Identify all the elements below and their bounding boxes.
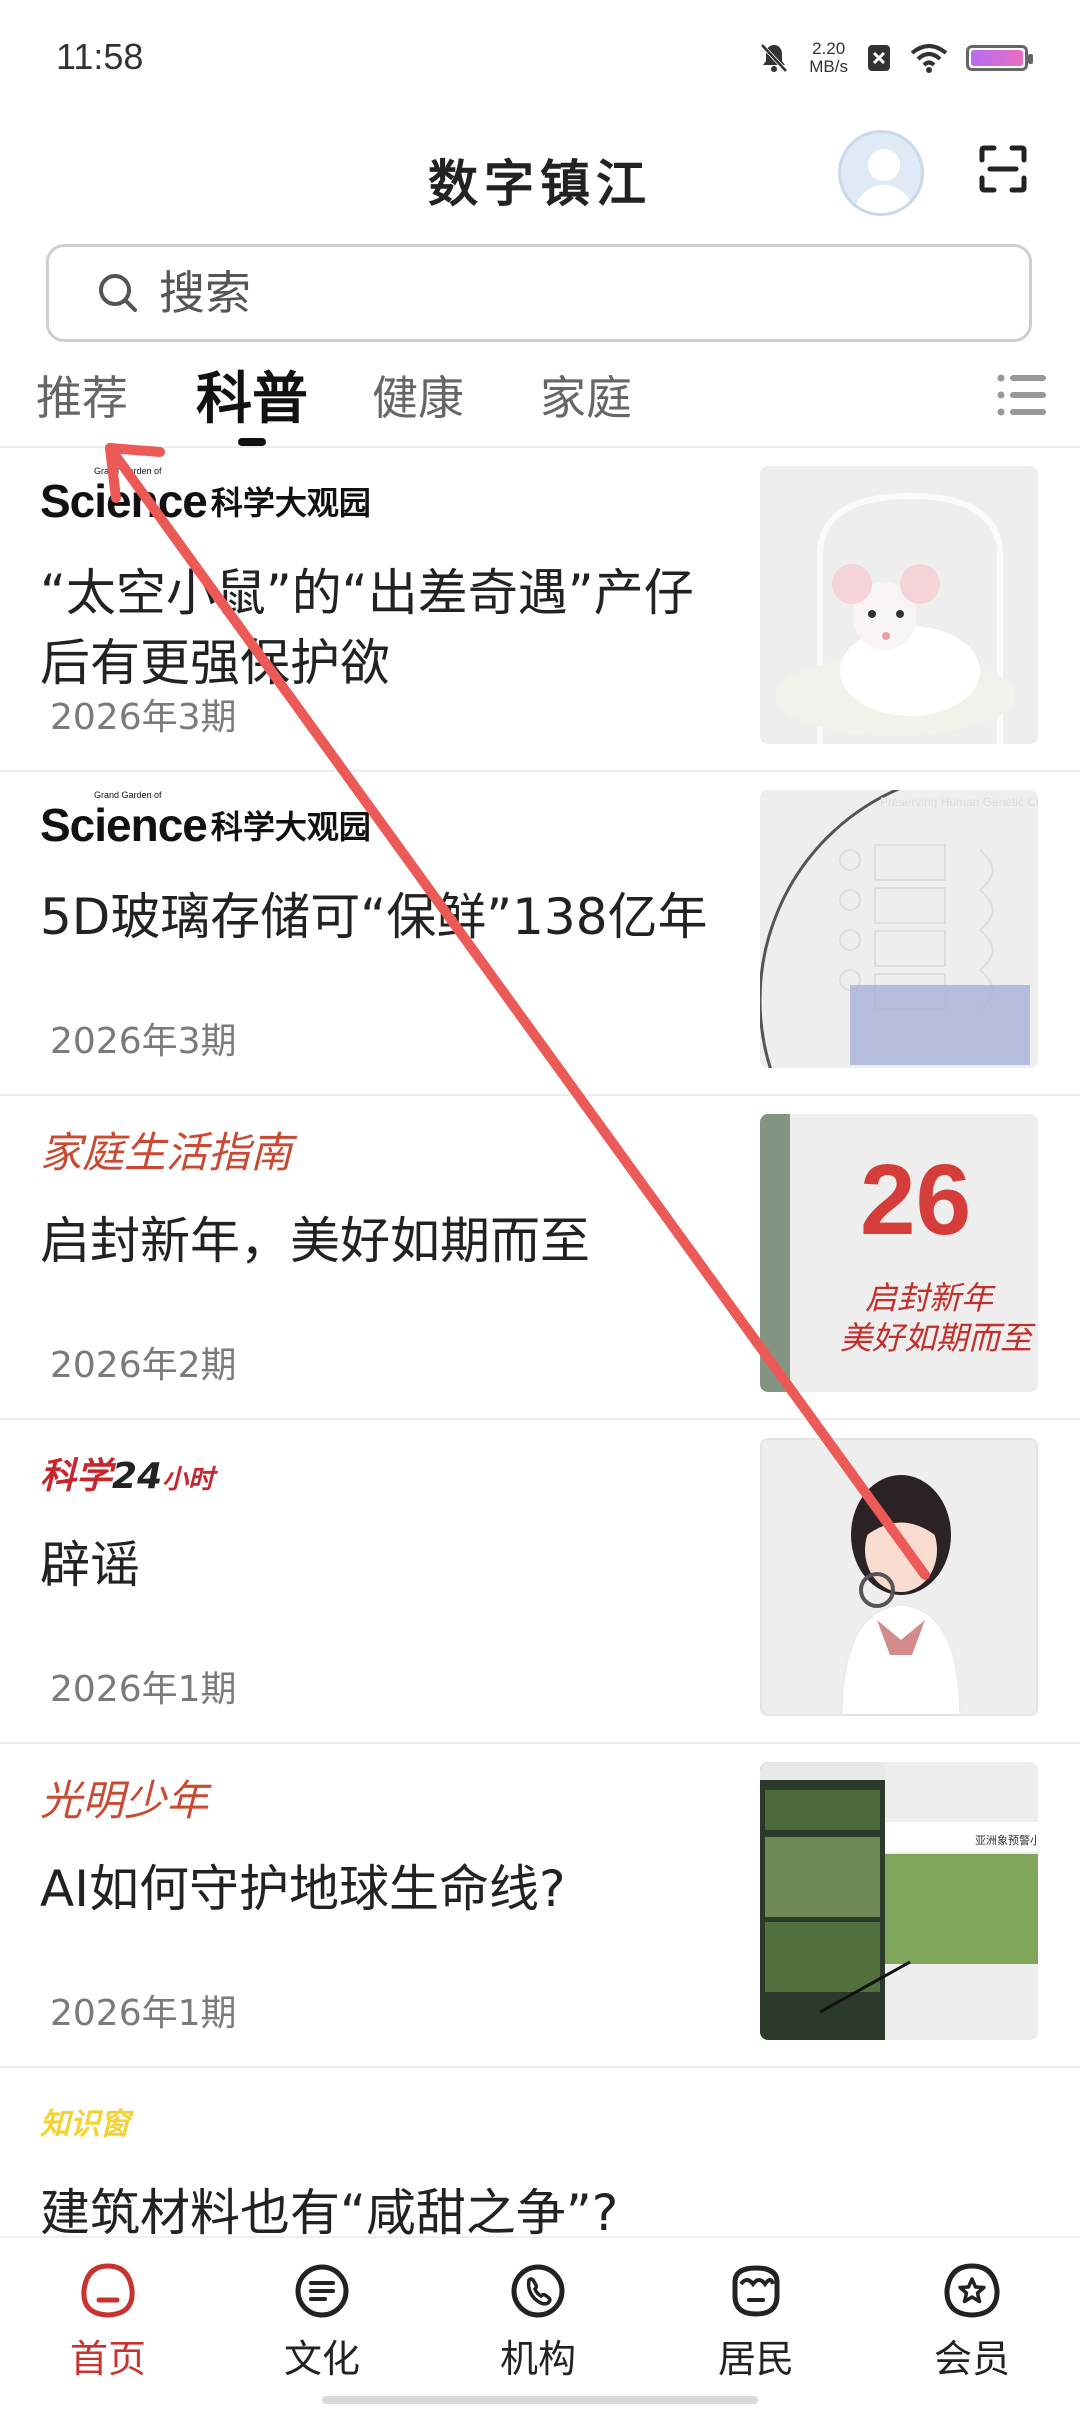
status-bar: 11:58 2.20 MB/s bbox=[0, 0, 1080, 120]
search-bar[interactable] bbox=[46, 244, 1032, 342]
thumb-year-text: 26 bbox=[860, 1144, 971, 1256]
source-science-cn: 科学大观园 bbox=[210, 484, 371, 522]
source-science-word: Grand Garden of Science bbox=[40, 466, 208, 528]
resident-icon bbox=[732, 2265, 780, 2317]
active-tab-indicator bbox=[238, 438, 266, 446]
nav-culture[interactable]: 文化 bbox=[252, 2260, 392, 2383]
thumb-caption: 亚洲象预警小程 bbox=[975, 1833, 1038, 1847]
article-title: AI如何守护地球生命线? bbox=[40, 1860, 566, 1918]
search-icon bbox=[99, 274, 137, 312]
magazine-source: Grand Garden of Science 科学大观园 bbox=[40, 466, 371, 532]
article-title: 辟谣 bbox=[40, 1536, 140, 1594]
girl-thumbnail bbox=[760, 1438, 1038, 1716]
article-title: “太空小鼠”的“出差奇遇”产仔后有更强保护欲 bbox=[40, 564, 694, 692]
article-title: 5D玻璃存储可“保鲜”138亿年 bbox=[40, 888, 708, 946]
article-issue: 2026年1期 bbox=[50, 1669, 237, 1710]
nav-home[interactable]: 首页 bbox=[38, 2260, 178, 2383]
net-speed-value: 2.20 bbox=[812, 39, 846, 58]
magazine-source: 知识窗 bbox=[40, 2090, 130, 2152]
mouse-thumbnail bbox=[760, 466, 1038, 744]
bottom-navigation: 首页 文化 机构 居民 会员 bbox=[0, 2236, 1080, 2410]
mute-bell-icon bbox=[760, 43, 788, 73]
article-card[interactable]: Grand Garden of Science 科学大观园 5D玻璃存储可“保鲜… bbox=[0, 772, 1080, 1096]
sim-blocked-icon bbox=[868, 45, 890, 71]
net-speed: 2.20 MB/s bbox=[809, 40, 848, 76]
source-science-sub: Grand Garden of bbox=[94, 466, 162, 476]
magazine-source: 光明少年 bbox=[40, 1766, 208, 1828]
magazine-source: Grand Garden of Science 科学大观园 bbox=[40, 790, 371, 856]
thumb-caption: Preserving Human Genetic Code Who Wants … bbox=[880, 795, 1038, 809]
source-science-cn: 科学大观园 bbox=[210, 808, 371, 846]
scan-icon[interactable] bbox=[978, 144, 1028, 194]
magazine-source: 家庭生活指南 bbox=[40, 1118, 292, 1180]
glass-disc-thumbnail: Preserving Human Genetic Code Who Wants … bbox=[760, 790, 1038, 1068]
app-header: 数字镇江 bbox=[0, 120, 1080, 230]
thumb-caption-line1: 启封新年 bbox=[865, 1279, 996, 1317]
article-card[interactable]: Grand Garden of Science 科学大观园 “太空小鼠”的“出差… bbox=[0, 448, 1080, 772]
source-science-word: Grand Garden of Science bbox=[40, 790, 208, 852]
wifi-icon bbox=[910, 44, 948, 73]
avatar[interactable] bbox=[838, 130, 924, 216]
nav-resident-label: 居民 bbox=[717, 2337, 794, 2381]
status-time: 11:58 bbox=[56, 36, 144, 77]
thumb-caption-line2: 美好如期而至 bbox=[840, 1319, 1036, 1357]
article-issue: 2026年3期 bbox=[50, 1021, 237, 1062]
status-icons: 2.20 MB/s bbox=[757, 40, 1033, 76]
phone-icon bbox=[511, 2264, 565, 2318]
forest-thumbnail: 亚洲象预警小程 bbox=[760, 1762, 1038, 2040]
nav-member[interactable]: 会员 bbox=[902, 2260, 1042, 2383]
nav-home-label: 首页 bbox=[69, 2337, 146, 2381]
category-tabs: 推荐 科普 健康 家庭 bbox=[0, 350, 1080, 448]
tab-family[interactable]: 家庭 bbox=[540, 362, 632, 428]
source-knowledge-window: 知识窗 bbox=[40, 2107, 130, 2142]
tab-health[interactable]: 健康 bbox=[372, 362, 464, 428]
culture-icon bbox=[295, 2264, 349, 2318]
nav-institution-label: 机构 bbox=[499, 2337, 576, 2381]
home-icon bbox=[81, 2263, 135, 2318]
magazine-source: 科学24小时 bbox=[40, 1442, 214, 1504]
search-input[interactable] bbox=[157, 265, 921, 321]
article-title: 启封新年，美好如期而至 bbox=[40, 1212, 590, 1270]
article-issue: 2026年1期 bbox=[50, 1993, 237, 2034]
nav-institution[interactable]: 机构 bbox=[468, 2260, 608, 2383]
source-bright-youth: 光明少年 bbox=[40, 1775, 209, 1825]
nav-culture-label: 文化 bbox=[283, 2337, 360, 2381]
tab-science[interactable]: 科普 bbox=[196, 354, 308, 435]
source-science-sub: Grand Garden of bbox=[94, 790, 162, 800]
battery-icon bbox=[966, 45, 1033, 71]
new-year-thumbnail: 26 启封新年 美好如期而至 bbox=[760, 1114, 1038, 1392]
source-science-text: Science bbox=[40, 475, 208, 527]
tab-recommend[interactable]: 推荐 bbox=[36, 362, 128, 428]
article-card[interactable]: 科学24小时 辟谣 2026年1期 bbox=[0, 1420, 1080, 1744]
article-card[interactable]: 家庭生活指南 启封新年，美好如期而至 2026年2期 26 启封新年 美好如期而… bbox=[0, 1096, 1080, 1420]
home-indicator bbox=[322, 2396, 758, 2404]
article-issue: 2026年3期 bbox=[50, 697, 237, 738]
source-science-24: 科学24小时 bbox=[40, 1456, 215, 1497]
net-speed-unit: MB/s bbox=[809, 57, 848, 76]
article-card[interactable]: 光明少年 AI如何守护地球生命线? 2026年1期 亚洲象预警小程 bbox=[0, 1744, 1080, 2068]
source-science-text: Science bbox=[40, 799, 208, 851]
nav-member-label: 会员 bbox=[933, 2337, 1010, 2381]
tab-list-icon[interactable] bbox=[996, 372, 1048, 418]
source-family-guide: 家庭生活指南 bbox=[40, 1127, 293, 1177]
article-issue: 2026年2期 bbox=[50, 1345, 237, 1386]
member-star-icon bbox=[944, 2263, 1000, 2318]
nav-resident[interactable]: 居民 bbox=[686, 2260, 826, 2383]
article-feed: Grand Garden of Science 科学大观园 “太空小鼠”的“出差… bbox=[0, 448, 1080, 2392]
